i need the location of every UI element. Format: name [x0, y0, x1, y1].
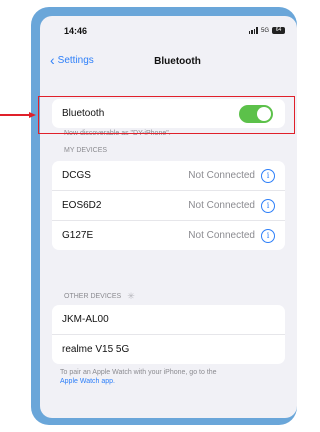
other-devices-header-wrap: OTHER DEVICES ✳ [64, 291, 135, 302]
device-row-g127e[interactable]: G127E Not Connected i [52, 220, 285, 250]
device-status: Not Connected [188, 200, 255, 211]
footer-note: To pair an Apple Watch with your iPhone,… [60, 368, 280, 386]
device-row-jkm-al00[interactable]: JKM-AL00 [52, 305, 285, 334]
status-icons: 5G 64 [248, 27, 285, 34]
info-icon[interactable]: i [261, 228, 275, 243]
my-devices-list: DCGS Not Connected i EOS6D2 Not Connecte… [52, 161, 285, 250]
device-status: Not Connected [188, 170, 255, 181]
device-status: Not Connected [188, 230, 255, 241]
battery-icon: 64 [272, 27, 285, 34]
phone-screen: 14:46 5G 64 ‹ Settings Bluetooth Bluetoo… [40, 16, 297, 418]
device-row-realme[interactable]: realme V15 5G [52, 334, 285, 364]
my-devices-header: MY DEVICES [64, 147, 108, 154]
device-name: G127E [62, 230, 94, 241]
spinner-icon: ✳ [127, 291, 135, 301]
highlight-box [38, 96, 295, 134]
device-row-eos6d2[interactable]: EOS6D2 Not Connected i [52, 190, 285, 220]
other-devices-header: OTHER DEVICES [64, 293, 122, 300]
signal-icon [248, 27, 258, 34]
info-icon[interactable]: i [261, 198, 275, 213]
arrow-right-icon [0, 112, 36, 118]
device-name: realme V15 5G [62, 344, 130, 355]
nav-bar: ‹ Settings Bluetooth [40, 53, 297, 72]
page-title: Bluetooth [154, 56, 201, 67]
device-name: EOS6D2 [62, 200, 102, 211]
apple-watch-link[interactable]: Apple Watch app. [60, 378, 115, 385]
footer-text: To pair an Apple Watch with your iPhone,… [60, 369, 217, 376]
device-name: JKM-AL00 [62, 314, 109, 325]
info-icon[interactable]: i [261, 168, 275, 183]
status-time: 14:46 [64, 26, 88, 36]
status-bar: 14:46 5G 64 [40, 26, 297, 40]
other-devices-list: JKM-AL00 realme V15 5G [52, 305, 285, 364]
network-type: 5G [260, 27, 269, 34]
device-row-dcgs[interactable]: DCGS Not Connected i [52, 161, 285, 190]
device-name: DCGS [62, 170, 91, 181]
